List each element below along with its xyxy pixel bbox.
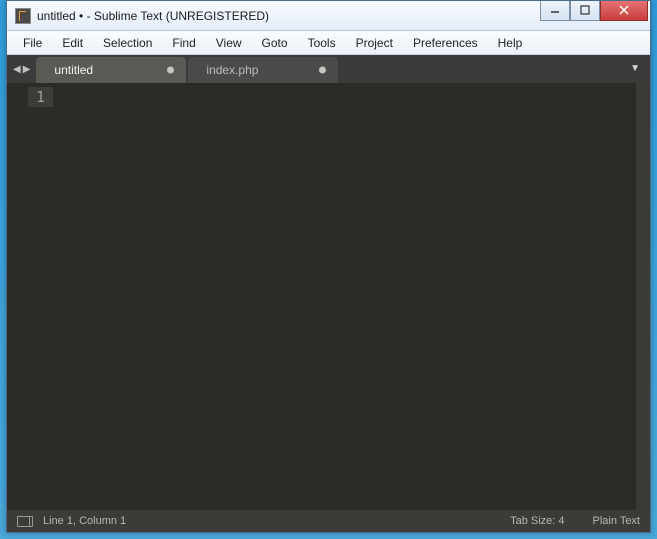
menu-selection[interactable]: Selection [93, 33, 162, 53]
menu-find[interactable]: Find [162, 33, 205, 53]
titlebar[interactable]: untitled • - Sublime Text (UNREGISTERED) [7, 1, 650, 31]
menubar: File Edit Selection Find View Goto Tools… [7, 31, 650, 55]
close-button[interactable] [600, 1, 648, 21]
editor: 1 [7, 83, 650, 510]
dirty-indicator-icon [167, 67, 174, 74]
minimize-icon [550, 5, 560, 15]
status-tab-size[interactable]: Tab Size: 4 [510, 515, 564, 527]
status-position[interactable]: Line 1, Column 1 [43, 515, 126, 527]
app-icon [15, 8, 31, 24]
app-window: untitled • - Sublime Text (UNREGISTERED)… [6, 0, 651, 533]
window-controls [540, 1, 648, 21]
maximize-button[interactable] [570, 1, 600, 21]
menu-view[interactable]: View [206, 33, 252, 53]
tab-nav-next-icon[interactable]: ▶ [23, 64, 31, 75]
menu-project[interactable]: Project [346, 33, 403, 53]
gutter: 1 [7, 83, 63, 510]
menu-goto[interactable]: Goto [252, 33, 298, 53]
menu-tools[interactable]: Tools [298, 33, 346, 53]
code-area[interactable] [63, 83, 650, 510]
status-syntax[interactable]: Plain Text [593, 515, 641, 527]
tabstrip: ◀ ▶ untitled index.php ▼ [7, 55, 650, 83]
maximize-icon [580, 5, 590, 15]
tab-index-php[interactable]: index.php [188, 57, 338, 83]
tabs-dropdown-icon[interactable]: ▼ [630, 63, 640, 74]
minimize-button[interactable] [540, 1, 570, 21]
tab-nav-arrows: ◀ ▶ [7, 55, 36, 83]
tab-nav-prev-icon[interactable]: ◀ [13, 64, 21, 75]
window-title: untitled • - Sublime Text (UNREGISTERED) [37, 9, 269, 23]
dirty-indicator-icon [319, 67, 326, 74]
menu-file[interactable]: File [13, 33, 52, 53]
menu-edit[interactable]: Edit [52, 33, 93, 53]
menu-preferences[interactable]: Preferences [403, 33, 488, 53]
menu-help[interactable]: Help [488, 33, 533, 53]
close-icon [619, 5, 629, 15]
tab-label: untitled [54, 63, 93, 77]
minimap-scrollbar[interactable] [636, 83, 650, 510]
line-number: 1 [28, 87, 53, 107]
panel-switcher-icon[interactable] [17, 516, 33, 527]
statusbar: Line 1, Column 1 Tab Size: 4 Plain Text [7, 510, 650, 532]
tab-untitled[interactable]: untitled [36, 57, 186, 83]
tab-label: index.php [206, 63, 258, 77]
